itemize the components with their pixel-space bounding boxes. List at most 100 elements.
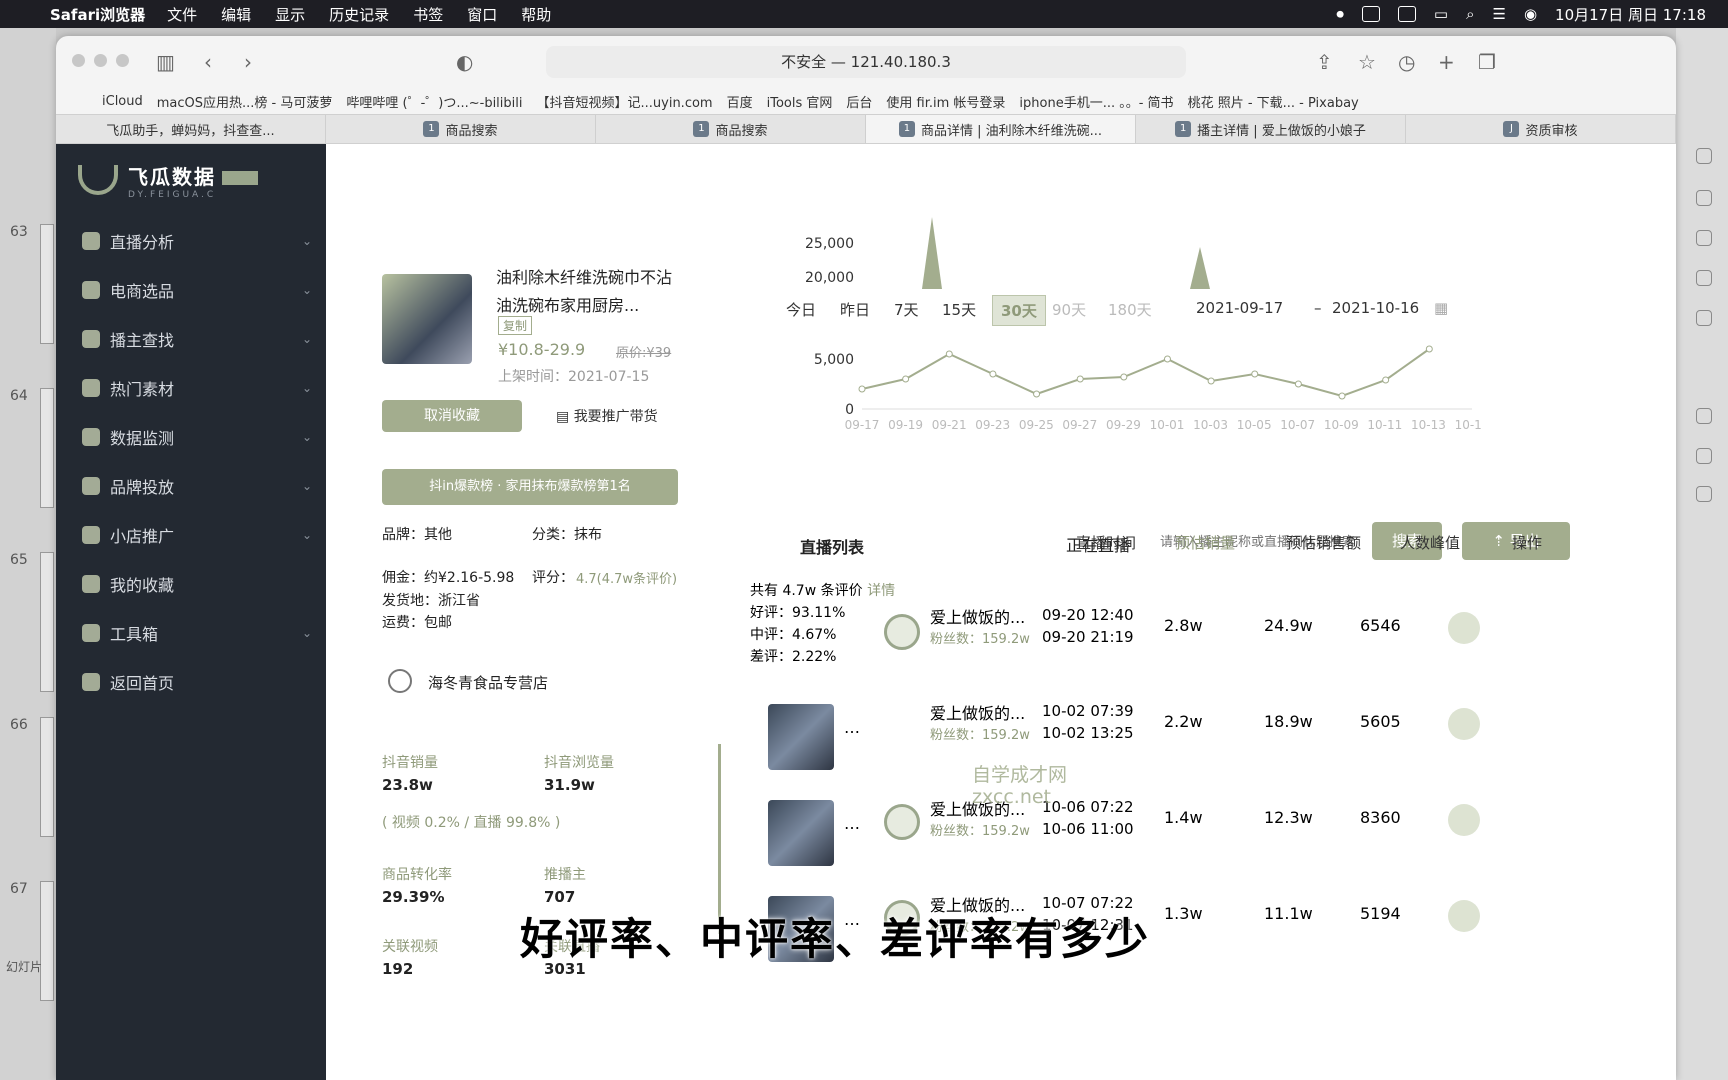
col-live-time[interactable]: 直播时间 — [1076, 532, 1136, 553]
anchor-name[interactable]: 爱上做饭的... — [930, 604, 1025, 628]
live-thumbnail[interactable] — [768, 800, 834, 866]
product-title[interactable]: 油利除木纤维洗碗巾不沾 油洗碗布家用厨房... — [496, 264, 672, 316]
col-peak-viewers[interactable]: 人数峰值 — [1400, 532, 1460, 553]
data-point[interactable] — [1251, 370, 1259, 378]
data-point[interactable] — [1294, 380, 1302, 388]
table-row[interactable]: … 爱上做饭的... 粉丝数：159.2w 10-06 07:22 10-06 … — [760, 776, 1520, 872]
favorite-link[interactable]: iTools 官网 — [767, 92, 833, 111]
record-icon[interactable]: ⏺ — [1336, 5, 1344, 23]
more-icon[interactable]: … — [844, 718, 860, 737]
range-today[interactable]: 今日 — [786, 299, 816, 320]
detail-action-icon[interactable] — [1448, 612, 1480, 644]
siri-icon[interactable]: ◉ — [1524, 5, 1537, 23]
format-icon[interactable] — [1696, 148, 1712, 164]
sidebar-item-toolbox[interactable]: 工具箱 ⌄ — [56, 608, 326, 657]
shape-icon[interactable] — [1696, 190, 1712, 206]
favorite-link[interactable]: 【抖音短视频】记...uyin.com — [537, 92, 713, 111]
zoom-window-button[interactable] — [116, 54, 129, 67]
forward-icon[interactable]: › — [244, 50, 252, 74]
rank-banner[interactable]: 抖in爆款榜 · 家用抹布爆款榜第1名 — [382, 469, 678, 505]
data-point[interactable] — [1338, 392, 1346, 400]
col-est-amount[interactable]: 预估销售额 — [1286, 532, 1361, 553]
sidebar-item-hot-material[interactable]: 热门素材 ⌄ — [56, 363, 326, 412]
date-from[interactable]: 2021-09-17 — [1196, 299, 1283, 317]
range-7d[interactable]: 7天 — [894, 299, 919, 320]
browser-tab[interactable]: J 资质审核 — [1406, 115, 1676, 143]
new-tab-icon[interactable]: + — [1438, 50, 1455, 74]
address-bar[interactable]: 不安全 — 121.40.180.3 — [546, 46, 1186, 78]
slide-thumb[interactable] — [40, 224, 54, 344]
range-15d[interactable]: 15天 — [942, 299, 976, 320]
sliders-icon[interactable] — [1696, 408, 1712, 424]
input-method-icon[interactable] — [1397, 6, 1416, 22]
sidebar-item-product-selection[interactable]: 电商选品 ⌄ — [56, 265, 326, 314]
browser-tab[interactable]: 1 商品搜索 — [326, 115, 596, 143]
data-point[interactable] — [858, 385, 866, 393]
range-180d[interactable]: 180天 — [1108, 299, 1152, 320]
calendar-icon[interactable]: ▦ — [1434, 299, 1448, 317]
history-icon[interactable]: ◷ — [1398, 50, 1415, 74]
sidebar-item-brand-ads[interactable]: 品牌投放 ⌄ — [56, 461, 326, 510]
favorite-link[interactable]: 桃花 照片 - 下载... - Pixabay — [1188, 92, 1359, 111]
menu-bookmarks[interactable]: 书签 — [413, 4, 443, 25]
control-center-icon[interactable]: ☰ — [1493, 5, 1506, 23]
data-point[interactable] — [1033, 390, 1041, 398]
sidebar-item-home[interactable]: 返回首页 — [56, 657, 326, 706]
logo[interactable]: 飞瓜数据 DY.FEIGUA.C — [56, 144, 326, 216]
menu-window[interactable]: 窗口 — [467, 4, 497, 25]
menu-view[interactable]: 显示 — [275, 4, 305, 25]
status-icon[interactable] — [1361, 6, 1380, 22]
slide-thumb[interactable] — [40, 552, 54, 692]
range-30d[interactable]: 30天 — [992, 295, 1046, 326]
data-point[interactable] — [902, 375, 910, 383]
range-90d[interactable]: 90天 — [1052, 299, 1086, 320]
data-point[interactable] — [1207, 377, 1215, 385]
data-point[interactable] — [1425, 345, 1433, 353]
data-point[interactable] — [945, 350, 953, 358]
clock[interactable]: 10月17日 周日 17:18 — [1555, 4, 1706, 25]
menu-edit[interactable]: 编辑 — [221, 4, 251, 25]
settings-icon[interactable] — [1696, 310, 1712, 326]
sidebar-item-shop-promo[interactable]: 小店推广 ⌄ — [56, 510, 326, 559]
minimize-window-button[interactable] — [94, 54, 107, 67]
data-point[interactable] — [1076, 375, 1084, 383]
slide-thumb[interactable] — [40, 717, 54, 837]
sidebar-item-favorites[interactable]: 我的收藏 — [56, 559, 326, 608]
live-thumbnail[interactable] — [768, 704, 834, 770]
share-icon[interactable]: ⇪ — [1316, 50, 1333, 74]
copy-tag[interactable]: 复制 — [498, 316, 533, 335]
anchor-name[interactable]: 爱上做饭的... — [930, 700, 1025, 724]
browser-tab[interactable]: 1 播主详情 | 爱上做饭的小娘子 — [1136, 115, 1406, 143]
slide-thumb[interactable] — [40, 388, 54, 508]
promote-button[interactable]: ▤ 我要推广带货 — [556, 406, 658, 426]
slide-thumb[interactable] — [40, 881, 54, 1001]
detail-action-icon[interactable] — [1448, 804, 1480, 836]
animate-icon[interactable] — [1696, 230, 1712, 246]
favorite-link[interactable]: 使用 fir.im 帐号登录 — [886, 92, 1005, 111]
unfavorite-button[interactable]: 取消收藏 — [382, 400, 522, 432]
privacy-shield-icon[interactable]: ◐ — [456, 50, 473, 74]
data-point[interactable] — [1163, 355, 1171, 363]
close-window-button[interactable] — [72, 54, 85, 67]
sliders-icon[interactable] — [1696, 448, 1712, 464]
battery-icon[interactable]: ▭ — [1434, 5, 1448, 23]
favorite-link[interactable]: 哔哩哔哩 (゜-゜)つ...~-bilibili — [346, 92, 522, 111]
browser-tab-active[interactable]: 1 商品详情 | 油利除木纤维洗碗... — [866, 115, 1136, 143]
search-icon[interactable]: ⌕ — [1466, 5, 1474, 23]
back-icon[interactable]: ‹ — [204, 50, 212, 74]
tabs-overview-icon[interactable]: ❐ — [1478, 50, 1496, 74]
col-est-sales[interactable]: 预估销量 — [1175, 532, 1235, 553]
data-point[interactable] — [1120, 373, 1128, 381]
favorite-link[interactable]: 后台 — [846, 92, 872, 111]
more-icon[interactable]: … — [844, 814, 860, 833]
menu-history[interactable]: 历史记录 — [329, 4, 389, 25]
store-name[interactable]: 海冬青食品专营店 — [428, 672, 548, 693]
data-point[interactable] — [1382, 376, 1390, 384]
browser-tab[interactable]: 飞瓜助手，蝉妈妈，抖查查... — [56, 115, 326, 143]
range-yesterday[interactable]: 昨日 — [840, 299, 870, 320]
favorite-link[interactable]: 百度 — [727, 92, 753, 111]
sidebar-item-live-analysis[interactable]: 直播分析 ⌄ — [56, 216, 326, 265]
date-to[interactable]: 2021-10-16 — [1332, 299, 1419, 317]
table-row[interactable]: 爱上做饭的... 粉丝数：159.2w 09-20 12:40 09-20 21… — [760, 584, 1520, 680]
star-icon[interactable]: ☆ — [1358, 50, 1376, 74]
